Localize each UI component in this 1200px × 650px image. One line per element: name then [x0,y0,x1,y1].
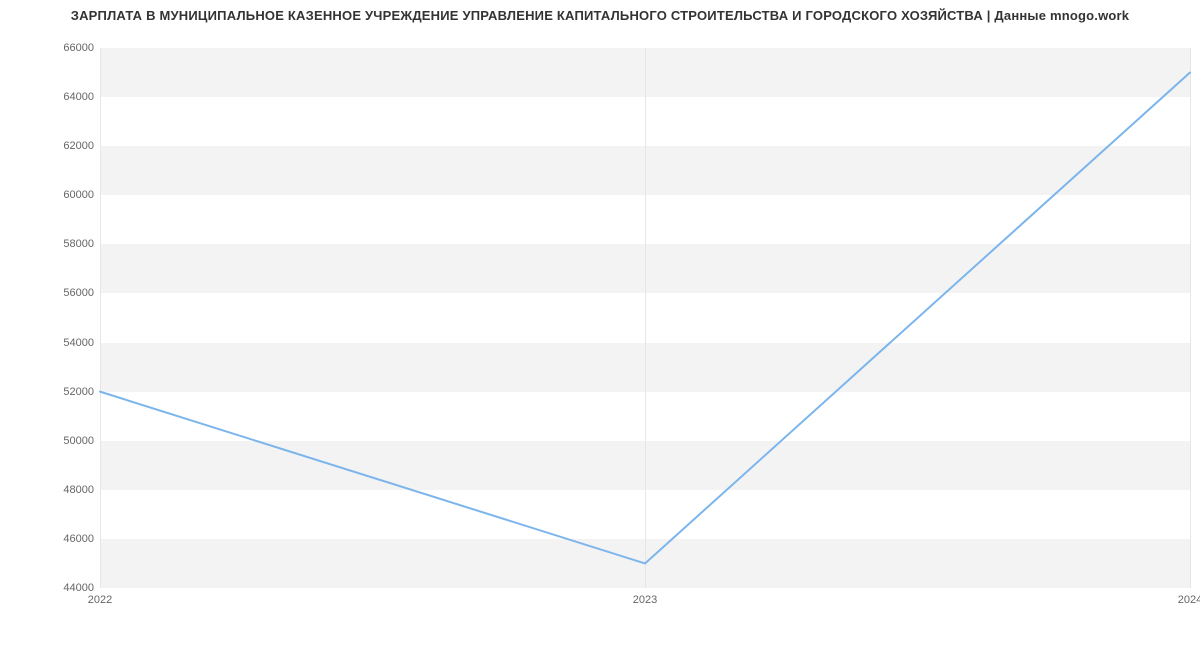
y-tick-label: 58000 [34,238,94,250]
y-tick-label: 56000 [34,287,94,299]
y-tick-label: 46000 [34,533,94,545]
line-layer [100,48,1190,588]
x-tick-label: 2023 [633,594,657,606]
y-tick-label: 52000 [34,386,94,398]
y-tick-label: 66000 [34,42,94,54]
series-line [100,73,1190,564]
chart-title: ЗАРПЛАТА В МУНИЦИПАЛЬНОЕ КАЗЕННОЕ УЧРЕЖД… [0,8,1200,23]
y-tick-label: 60000 [34,189,94,201]
y-tick-label: 48000 [34,484,94,496]
y-tick-label: 54000 [34,337,94,349]
y-tick-label: 44000 [34,582,94,594]
plot-area [100,48,1190,588]
y-tick-label: 62000 [34,140,94,152]
gridline-vertical [1190,48,1191,588]
chart-container: ЗАРПЛАТА В МУНИЦИПАЛЬНОЕ КАЗЕННОЕ УЧРЕЖД… [0,0,1200,650]
x-tick-label: 2024 [1178,594,1200,606]
y-tick-label: 64000 [34,91,94,103]
x-tick-label: 2022 [88,594,112,606]
y-tick-label: 50000 [34,435,94,447]
